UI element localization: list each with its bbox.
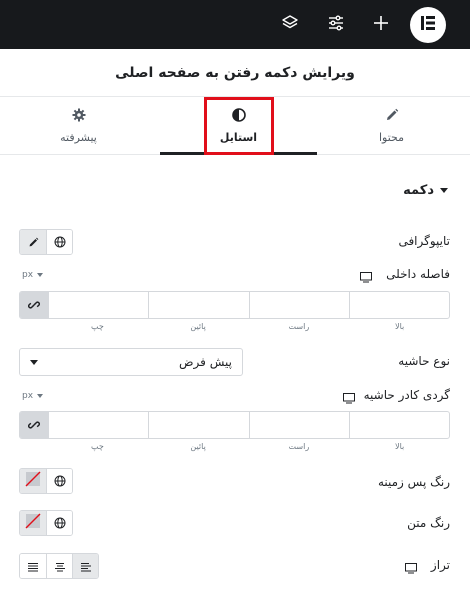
highlight-annotation <box>204 97 274 155</box>
side-label-bottom: پائین <box>190 322 206 331</box>
text-color-controls <box>19 510 73 536</box>
globe-icon <box>54 514 66 533</box>
padding-right-input[interactable] <box>248 292 349 318</box>
no-color-icon <box>25 513 41 533</box>
padding-bottom-input[interactable] <box>148 292 248 318</box>
padding-unit-selector[interactable]: px <box>22 270 44 280</box>
border-type-label: نوع حاشیه <box>398 354 450 368</box>
align-left-icon <box>80 557 92 576</box>
typography-controls <box>19 229 73 255</box>
desktop-icon[interactable] <box>405 559 417 578</box>
desktop-icon[interactable] <box>360 268 372 287</box>
border-type-select[interactable]: پیش فرض <box>19 348 243 376</box>
background-color-swatch[interactable] <box>20 469 46 493</box>
side-label-top: بالا <box>395 442 405 451</box>
border-radius-label: گردی کادر حاشیه <box>363 388 450 402</box>
pencil-icon <box>385 108 399 125</box>
plus-icon <box>373 15 389 35</box>
typography-label: تایپوگرافی <box>398 234 450 248</box>
align-justify-button[interactable] <box>20 554 46 578</box>
desktop-icon[interactable] <box>343 389 355 408</box>
radius-right-input[interactable] <box>248 412 349 438</box>
radius-bottom-input[interactable] <box>148 412 248 438</box>
side-label-left: چپ <box>90 442 104 451</box>
padding-unit: px <box>22 270 34 280</box>
tab-content-label: محتوا <box>378 131 405 144</box>
tab-advanced[interactable]: پیشرفته <box>0 97 157 155</box>
padding-dimensions <box>19 291 450 319</box>
chevron-down-icon <box>37 273 44 277</box>
border-type-value: پیش فرض <box>179 355 232 369</box>
editor-topbar <box>0 0 470 49</box>
section-title: دکمه <box>403 183 434 198</box>
background-color-controls <box>19 468 73 494</box>
side-label-right: راست <box>288 322 310 331</box>
elementor-logo-icon <box>419 14 437 36</box>
padding-left-input[interactable] <box>48 292 148 318</box>
side-label-left: چپ <box>90 322 104 331</box>
globe-icon <box>54 472 66 491</box>
pencil-icon <box>28 233 39 252</box>
align-center-icon <box>54 557 66 576</box>
layers-button[interactable] <box>273 8 307 42</box>
alignment-controls <box>19 553 99 579</box>
caret-down-icon <box>440 188 448 193</box>
border-radius-unit: px <box>22 391 34 401</box>
link-values-button[interactable] <box>20 412 48 438</box>
border-radius-dimensions <box>19 411 450 439</box>
align-justify-icon <box>27 557 39 576</box>
padding-side-labels: چپ پائین راست بالا <box>19 322 450 331</box>
layers-icon <box>281 14 299 36</box>
link-icon <box>28 296 40 315</box>
link-values-button[interactable] <box>20 292 48 318</box>
border-radius-unit-selector[interactable]: px <box>22 391 44 401</box>
gear-icon <box>72 108 86 125</box>
side-label-bottom: پائین <box>190 442 206 451</box>
background-color-global-button[interactable] <box>46 469 72 493</box>
section-button-header[interactable]: دکمه <box>403 183 448 198</box>
elementor-menu-button[interactable] <box>410 7 446 43</box>
no-color-icon <box>25 471 41 491</box>
text-color-label: رنگ متن <box>407 516 450 530</box>
tab-content[interactable]: محتوا <box>313 97 470 155</box>
text-color-global-button[interactable] <box>46 511 72 535</box>
side-label-top: بالا <box>395 322 405 331</box>
typography-edit-button[interactable] <box>20 230 46 254</box>
side-label-right: راست <box>288 442 310 451</box>
align-left-button[interactable] <box>72 554 98 578</box>
panel-title: ویرایش دکمه رفتن به صفحه اصلی <box>0 49 470 97</box>
text-color-swatch[interactable] <box>20 511 46 535</box>
chevron-down-icon <box>37 394 44 398</box>
radius-left-input[interactable] <box>48 412 148 438</box>
chevron-down-icon <box>30 359 38 365</box>
add-element-button[interactable] <box>364 8 398 42</box>
tab-advanced-label: پیشرفته <box>60 131 97 144</box>
padding-top-input[interactable] <box>348 292 449 318</box>
radius-side-labels: چپ پائین راست بالا <box>19 442 450 451</box>
align-center-button[interactable] <box>46 554 72 578</box>
globe-icon <box>54 233 66 252</box>
typography-global-button[interactable] <box>46 230 72 254</box>
background-color-label: رنگ پس زمینه <box>377 475 450 489</box>
alignment-label: تراز <box>430 558 450 572</box>
padding-label: فاصله داخلی <box>386 267 450 281</box>
site-settings-button[interactable] <box>319 8 353 42</box>
sliders-icon <box>327 14 345 36</box>
radius-top-input[interactable] <box>348 412 449 438</box>
link-icon <box>28 416 40 435</box>
